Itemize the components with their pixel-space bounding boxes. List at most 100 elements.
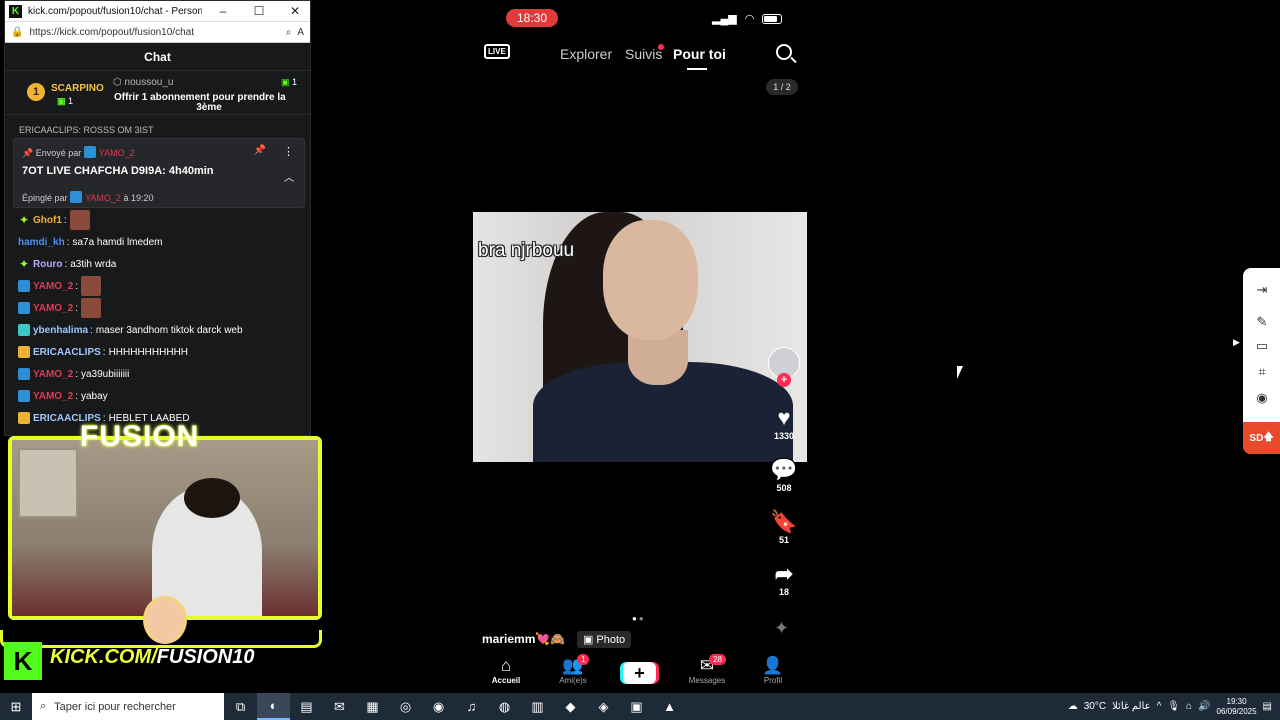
store-icon[interactable]: ▦ [356,699,389,715]
app-2-icon[interactable]: ◉ [422,699,455,715]
kick-url: KICK.COM/FUSION10 [50,646,254,669]
calculator-icon[interactable]: ▥ [521,699,554,715]
status-icons: ▂▄▆ ◠ [712,12,783,25]
obs-icon[interactable]: ◍ [488,699,521,715]
user-badge-icon [18,412,30,424]
chat-username[interactable]: ybenhalima [33,325,88,336]
photo-face [603,220,698,340]
sd-button[interactable]: SD 🡅 [1243,422,1280,454]
panel-toggle-icon[interactable]: ▶ [1233,337,1240,348]
live-icon[interactable]: LIVE [484,44,510,59]
windows-start-icon[interactable]: ⊞ [0,699,32,715]
leaderboard-count: ▣ 1 [57,96,73,107]
share-button[interactable]: ➦ 18 [762,561,806,597]
app-5-icon[interactable]: ▣ [620,699,653,715]
tab-explorer[interactable]: Explorer [560,46,612,62]
chevron-up-icon[interactable]: ^ [1157,701,1162,712]
system-tray: ☁ 30°C عالم غائلا ^ 🎙 ⌂ 🔊 19:30 06/09/202… [1068,693,1280,720]
screenshot-icon[interactable]: ▭ [1254,338,1270,354]
volume-icon[interactable]: 🔊 [1198,701,1210,712]
app-6-icon[interactable]: ▲ [653,699,686,714]
chat-text: maser 3andhom tiktok darck web [95,324,243,336]
cartoon-avatar-icon [143,596,187,644]
chat-username[interactable]: hamdi_kh [18,237,65,248]
notification-icon[interactable]: ▤ [1263,701,1272,712]
weather-icon[interactable]: ☁ [1068,701,1078,712]
chat-colon: : [64,258,68,270]
user-badge-icon [18,390,30,402]
weather-text[interactable]: عالم غائلا [1112,701,1151,712]
chat-username[interactable]: YAMO_2 [33,281,73,292]
minimize-icon[interactable]: – [208,4,238,18]
home-icon: ⌂ [500,656,512,675]
chat-username[interactable]: YAMO_2 [33,369,73,380]
chat-username[interactable]: Rouro [33,259,62,270]
file-explorer-icon[interactable]: ▤ [290,699,323,715]
suivis-notification-dot [658,44,664,50]
search-icon[interactable] [776,44,792,60]
chat-text: HHHHHHHHHHH [108,346,189,358]
chat-colon: : [63,214,67,226]
network-icon[interactable]: ⌂ [1186,701,1192,712]
chat-colon: : [66,236,70,248]
exit-icon[interactable]: ⇥ [1254,282,1270,298]
like-button[interactable]: ♥ 1330 [762,405,806,441]
follow-button[interactable]: + [777,373,791,387]
chat-username[interactable]: YAMO_2 [33,391,73,402]
chat-browser-window: K kick.com/popout/fusion10/chat - Person… [4,0,311,436]
read-aloud-icon[interactable]: A [297,27,304,38]
nav-profil[interactable]: 👤 Profil [743,656,803,685]
close-icon[interactable]: ✕ [280,4,310,18]
photo-icon: ▣ [583,634,594,646]
like-count: 1330 [773,431,795,441]
tiktok-top-nav: LIVE Explorer Suivis Pour toi [480,42,800,70]
app-icon[interactable]: ◎ [389,699,422,715]
spotify-icon[interactable]: ♫ [455,699,488,714]
save-button[interactable]: 🔖 51 [762,509,806,545]
leaderboard-user[interactable]: SCARPINO [51,83,104,94]
record-icon[interactable]: ◉ [1254,390,1270,406]
music-disc-icon[interactable]: ✦ [774,618,789,639]
sent-by-user[interactable]: YAMO_2 [99,148,135,158]
chat-colon: : [75,280,78,292]
crop-icon[interactable]: ⌗ [1254,364,1270,380]
create-post-button[interactable]: + [623,662,656,684]
url-text[interactable]: https://kick.com/popout/fusion10/chat [29,27,279,38]
edge-icon[interactable]: ◐ [257,693,290,720]
more-menu-icon[interactable]: ⋮ [283,145,294,158]
bookmark-icon: 🔖 [770,509,798,534]
chat-username[interactable]: YAMO_2 [33,303,73,314]
nav-accueil[interactable]: ⌂ Accueil [476,656,536,685]
author-name[interactable]: mariemm💘🙈 [482,632,565,646]
chat-username[interactable]: ERICAACLIPS [33,347,101,358]
outlook-icon[interactable]: ✉ [323,699,356,715]
chat-header: Chat [5,43,310,71]
app-3-icon[interactable]: ◆ [554,699,587,715]
address-bar[interactable]: 🔒 https://kick.com/popout/fusion10/chat … [5,21,310,43]
zoom-icon[interactable]: ⌕ [286,27,292,38]
pen-icon[interactable]: ✎ [1254,314,1270,330]
comment-icon: 💬 [770,457,798,482]
nav-amis[interactable]: 👥 1 Ami(e)s [543,654,603,685]
nav-messages[interactable]: ✉ 28 Messages [677,654,737,685]
mic-icon[interactable]: 🎙 [1167,701,1180,712]
temperature[interactable]: 30°C [1084,701,1106,712]
pin-icon[interactable]: 📌 [254,145,266,156]
maximize-icon[interactable]: ☐ [244,4,274,18]
comment-button[interactable]: 💬 508 [762,457,806,493]
pinned-by-user[interactable]: YAMO_2 [85,193,121,203]
task-view-icon[interactable]: ⧉ [224,699,257,715]
chevron-up-icon[interactable]: ︿ [284,169,294,184]
gift-user[interactable]: ⬡ noussou_u [113,77,173,88]
chat-text: yabay [81,390,108,402]
photo-tag-label: Photo [596,633,626,646]
app-4-icon[interactable]: ◈ [587,699,620,715]
taskbar-search[interactable]: ⌕ Taper ici pour rechercher [32,693,224,720]
tab-pour-toi[interactable]: Pour toi [673,46,726,70]
chat-username[interactable]: Ghof1 [33,215,62,226]
user-badge-icon [18,324,30,336]
tab-suivis[interactable]: Suivis [625,46,662,62]
gift-offer-button[interactable]: Offrir 1 abonnement pour prendre la 3ème [114,93,304,113]
clock[interactable]: 19:30 06/09/2025 [1217,697,1257,717]
user-badge-icon [18,302,30,314]
